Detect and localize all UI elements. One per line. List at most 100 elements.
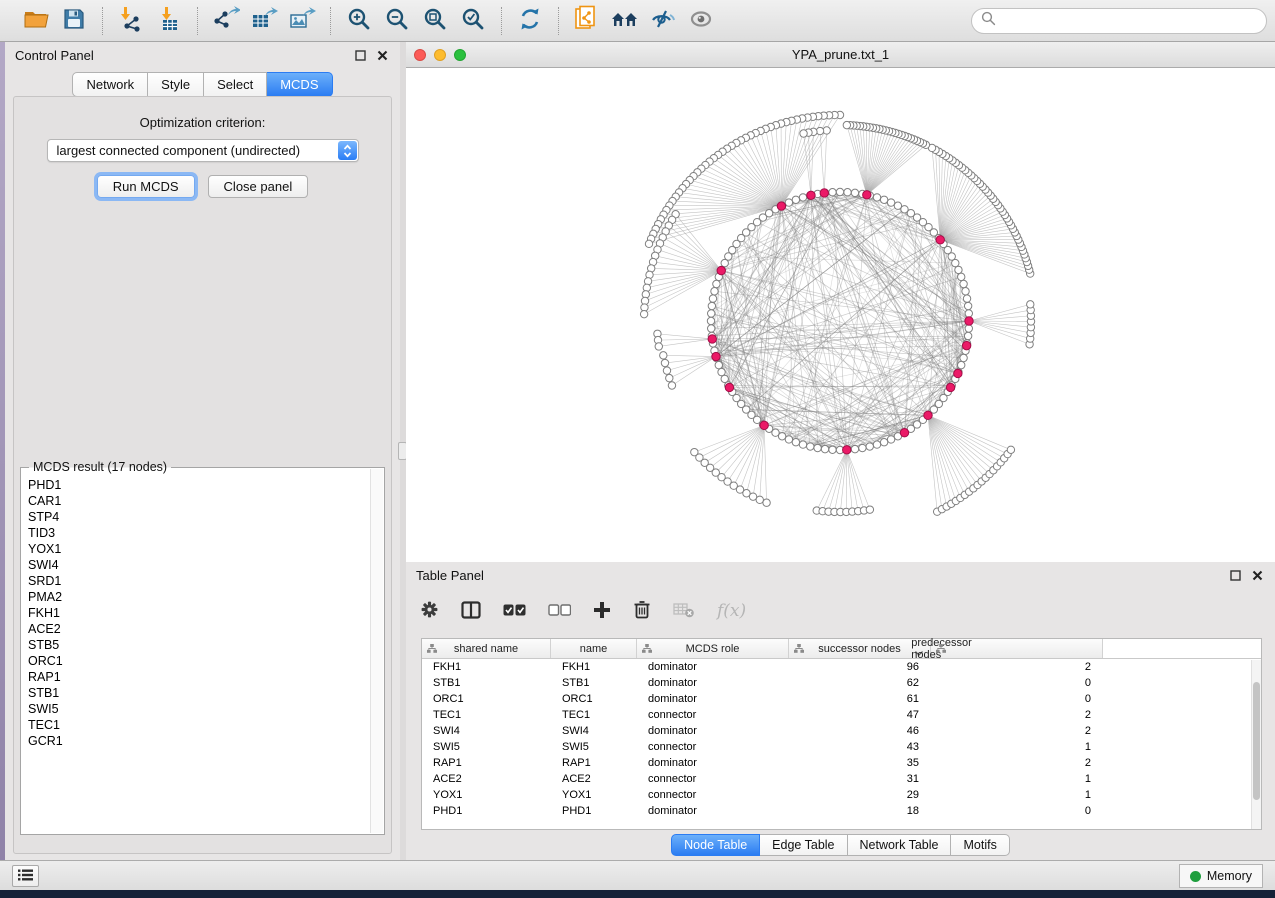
table-cell[interactable]: 1 [931, 741, 1103, 753]
table-cell[interactable]: dominator [637, 805, 789, 817]
network-node[interactable] [709, 295, 716, 302]
network-node[interactable] [792, 439, 799, 446]
mcds-result-item[interactable]: TID3 [21, 525, 370, 541]
mcds-hub-node[interactable] [807, 191, 815, 199]
save-session-button[interactable] [55, 4, 93, 38]
task-history-button[interactable] [12, 865, 39, 887]
memory-button[interactable]: Memory [1179, 864, 1263, 888]
import-table-button[interactable] [150, 4, 188, 38]
table-cell[interactable]: TEC1 [551, 709, 637, 721]
table-row[interactable]: STB1STB1dominator620 [422, 675, 1261, 691]
network-leaf-node[interactable] [756, 496, 763, 503]
network-node[interactable] [708, 310, 715, 317]
mcds-result-item[interactable]: ACE2 [21, 621, 370, 637]
mcds-hub-node[interactable] [954, 369, 962, 377]
table-row[interactable]: SWI5SWI5connector431 [422, 739, 1261, 755]
network-node[interactable] [887, 199, 894, 206]
table-cell[interactable]: STB1 [551, 677, 637, 689]
mcds-result-item[interactable]: CAR1 [21, 493, 370, 509]
network-leaf-node[interactable] [663, 367, 670, 374]
table-cell[interactable]: 2 [931, 661, 1103, 673]
network-leaf-node[interactable] [655, 343, 662, 350]
table-cell[interactable]: connector [637, 709, 789, 721]
network-canvas[interactable] [406, 68, 1275, 562]
network-leaf-node[interactable] [666, 374, 673, 381]
column-header-name[interactable]: name [551, 639, 637, 658]
table-cell[interactable]: 61 [789, 693, 931, 705]
eye-button[interactable] [682, 4, 720, 38]
table-scrollbar-thumb[interactable] [1253, 682, 1260, 800]
network-node[interactable] [866, 443, 873, 450]
table-cell[interactable]: dominator [637, 757, 789, 769]
column-header-MCDS-role[interactable]: MCDS role [637, 639, 789, 658]
table-cell[interactable]: YOX1 [551, 789, 637, 801]
network-leaf-node[interactable] [661, 359, 668, 366]
mcds-hub-node[interactable] [965, 317, 973, 325]
network-node[interactable] [851, 445, 858, 452]
float-panel-icon[interactable] [1227, 568, 1243, 582]
result-list-scrollbar[interactable] [370, 469, 383, 833]
network-node[interactable] [836, 188, 843, 195]
table-cell[interactable]: 1 [931, 773, 1103, 785]
network-node[interactable] [707, 317, 714, 324]
network-window-titlebar[interactable]: YPA_prune.txt_1 [406, 42, 1275, 68]
mcds-result-item[interactable]: STB1 [21, 685, 370, 701]
network-node[interactable] [965, 310, 972, 317]
network-node[interactable] [960, 354, 967, 361]
search-box[interactable] [971, 8, 1267, 34]
mcds-result-item[interactable]: GCR1 [21, 733, 370, 749]
network-node[interactable] [960, 280, 967, 287]
table-cell[interactable]: 29 [789, 789, 931, 801]
mcds-result-item[interactable]: ORC1 [21, 653, 370, 669]
network-leaf-node[interactable] [843, 121, 850, 128]
network-node[interactable] [708, 325, 715, 332]
network-leaf-node[interactable] [1007, 446, 1014, 453]
share-document-button[interactable] [568, 4, 606, 38]
network-node[interactable] [792, 196, 799, 203]
mcds-result-item[interactable]: FKH1 [21, 605, 370, 621]
network-node[interactable] [887, 436, 894, 443]
table-cell[interactable]: 2 [931, 757, 1103, 769]
table-cell[interactable]: 47 [789, 709, 931, 721]
network-node[interactable] [708, 302, 715, 309]
table-cell[interactable]: 0 [931, 805, 1103, 817]
tab-network-table[interactable]: Network Table [848, 834, 952, 856]
table-cell[interactable]: 62 [789, 677, 931, 689]
mcds-hub-node[interactable] [777, 202, 785, 210]
table-cell[interactable]: SWI5 [551, 741, 637, 753]
mcds-result-item[interactable]: SRD1 [21, 573, 370, 589]
tab-style[interactable]: Style [148, 72, 204, 97]
network-node[interactable] [721, 259, 728, 266]
network-node[interactable] [955, 266, 962, 273]
table-cell[interactable]: FKH1 [422, 661, 551, 673]
table-cell[interactable]: connector [637, 741, 789, 753]
table-cell[interactable]: TEC1 [422, 709, 551, 721]
deselect-all-checks-button[interactable] [548, 604, 571, 619]
search-input[interactable] [1002, 12, 1257, 29]
export-image-button[interactable] [283, 4, 321, 38]
table-cell[interactable]: 46 [789, 725, 931, 737]
network-node[interactable] [821, 445, 828, 452]
network-node[interactable] [851, 189, 858, 196]
close-panel-icon[interactable] [374, 48, 390, 62]
add-column-button[interactable] [593, 601, 611, 622]
export-table-button[interactable] [245, 4, 283, 38]
hide-eye-button[interactable] [644, 4, 682, 38]
table-cell[interactable]: 0 [931, 677, 1103, 689]
network-node[interactable] [964, 332, 971, 339]
run-mcds-button[interactable]: Run MCDS [97, 175, 195, 198]
mcds-result-item[interactable]: YOX1 [21, 541, 370, 557]
table-cell[interactable]: connector [637, 773, 789, 785]
table-cell[interactable]: 18 [789, 805, 931, 817]
network-leaf-node[interactable] [660, 352, 667, 359]
network-node[interactable] [844, 189, 851, 196]
table-row[interactable]: RAP1RAP1dominator352 [422, 755, 1261, 771]
mcds-result-item[interactable]: PMA2 [21, 589, 370, 605]
mcds-hub-node[interactable] [936, 236, 944, 244]
tab-select[interactable]: Select [204, 72, 267, 97]
mcds-result-item[interactable]: STB5 [21, 637, 370, 653]
tab-node-table[interactable]: Node Table [671, 834, 760, 856]
network-node[interactable] [799, 441, 806, 448]
network-leaf-node[interactable] [866, 506, 873, 513]
mcds-result-item[interactable]: SWI5 [21, 701, 370, 717]
